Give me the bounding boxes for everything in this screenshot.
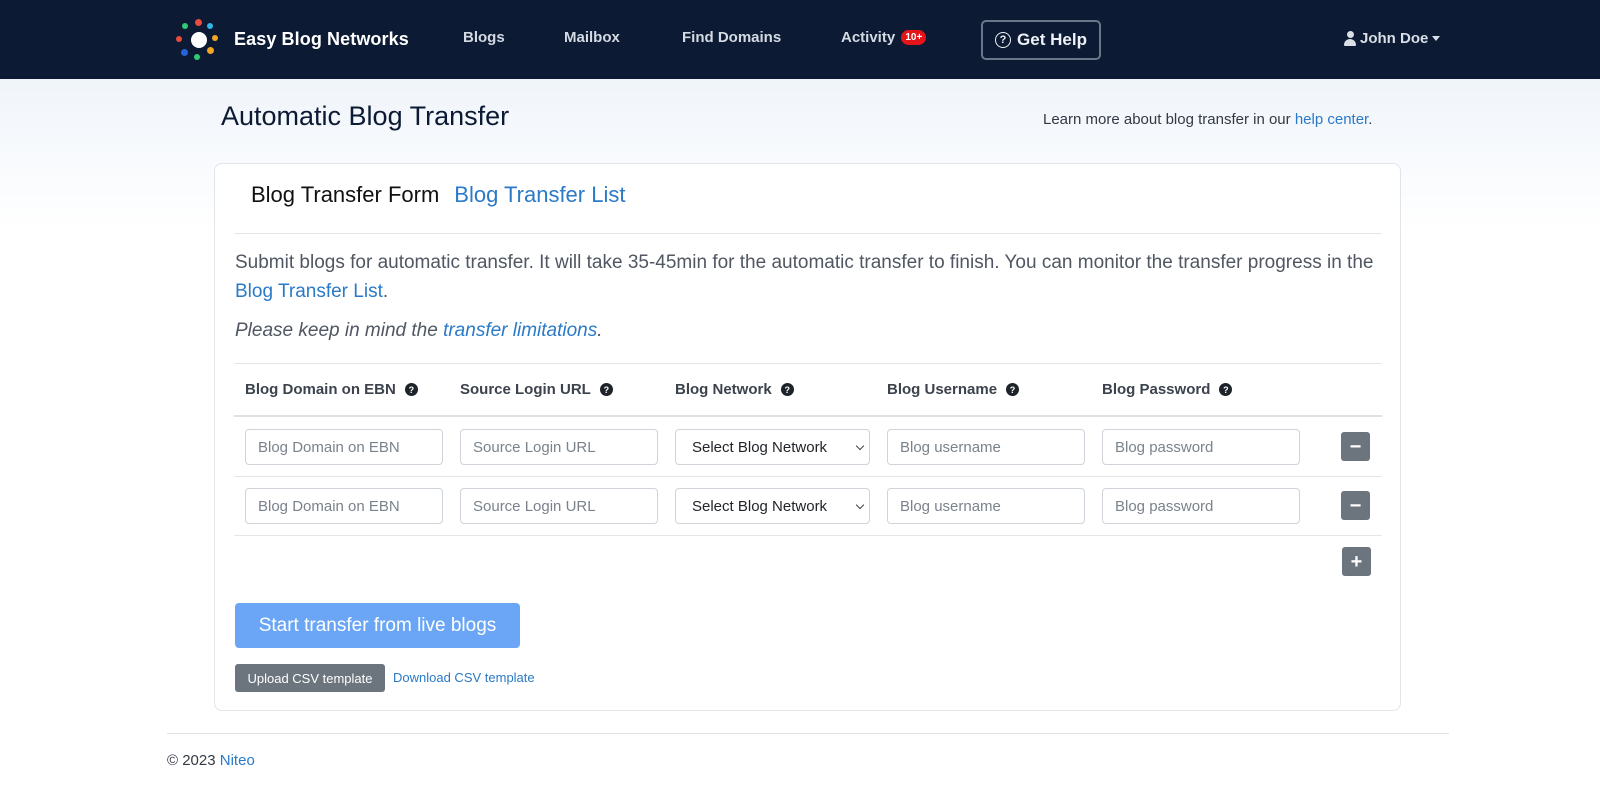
row-divider — [234, 535, 1382, 536]
caret-down-icon — [1432, 36, 1441, 41]
company-link[interactable]: Niteo — [220, 752, 255, 769]
copyright-text: © 2023 — [167, 752, 220, 769]
logo-icon — [176, 17, 220, 61]
blog-username-input[interactable] — [887, 488, 1085, 524]
nav-activity[interactable]: Activity 10+ — [841, 29, 927, 47]
column-header-domain-label: Blog Domain on EBN — [245, 381, 396, 398]
blog-password-input[interactable] — [1102, 429, 1300, 465]
source-login-url-input[interactable] — [460, 429, 658, 465]
tab-blog-transfer-list[interactable]: Blog Transfer List — [454, 182, 625, 208]
remove-row-button[interactable]: − — [1341, 491, 1370, 520]
top-navbar: Easy Blog Networks Blogs Mailbox Find Do… — [0, 0, 1600, 79]
transfer-description: Submit blogs for automatic transfer. It … — [235, 248, 1385, 306]
help-center-note: Learn more about blog transfer in our he… — [1043, 111, 1372, 128]
blog-network-select-value: Select Blog Network — [692, 438, 828, 456]
column-header-domain: Blog Domain on EBN? — [245, 381, 418, 398]
help-icon[interactable]: ? — [1006, 383, 1020, 396]
brand[interactable]: Easy Blog Networks — [176, 17, 409, 61]
row-divider — [234, 476, 1382, 477]
blog-domain-input[interactable] — [245, 429, 443, 465]
help-center-link[interactable]: help center — [1295, 111, 1368, 128]
get-help-label: Get Help — [1017, 30, 1087, 49]
blog-password-input[interactable] — [1102, 488, 1300, 524]
brand-name: Easy Blog Networks — [234, 28, 409, 49]
activity-count-badge: 10+ — [901, 30, 927, 45]
divider — [234, 233, 1382, 234]
description-transfer-list-link[interactable]: Blog Transfer List — [235, 281, 383, 302]
column-header-password-label: Blog Password — [1102, 381, 1211, 398]
column-header-username-label: Blog Username — [887, 381, 998, 398]
nav-find-domains[interactable]: Find Domains — [682, 29, 781, 46]
column-header-network: Blog Network? — [675, 381, 794, 398]
note-suffix: . — [597, 320, 603, 341]
transfer-card: Blog Transfer Form Blog Transfer List Su… — [214, 163, 1401, 711]
transfer-limitations-link[interactable]: transfer limitations — [443, 320, 597, 341]
card-tabs: Blog Transfer Form Blog Transfer List — [251, 182, 625, 208]
user-name: John Doe — [1360, 30, 1429, 47]
help-icon[interactable]: ? — [599, 383, 613, 396]
help-icon[interactable]: ? — [780, 383, 794, 396]
source-login-url-input[interactable] — [460, 488, 658, 524]
blog-network-select-value: Select Blog Network — [692, 497, 828, 515]
chevron-down-icon — [855, 500, 865, 510]
question-circle-icon: ? — [995, 32, 1012, 48]
user-menu[interactable]: John Doe — [1344, 30, 1441, 47]
chevron-down-icon — [855, 441, 865, 451]
get-help-button[interactable]: ? Get Help — [981, 20, 1101, 60]
blog-username-input[interactable] — [887, 429, 1085, 465]
help-center-suffix: . — [1368, 111, 1373, 128]
column-header-username: Blog Username? — [887, 381, 1020, 398]
tab-blog-transfer-form[interactable]: Blog Transfer Form — [251, 182, 439, 208]
table-top-border — [234, 363, 1382, 364]
help-icon[interactable]: ? — [404, 383, 418, 396]
limitations-note: Please keep in mind the transfer limitat… — [235, 320, 603, 342]
user-icon — [1344, 31, 1356, 46]
help-center-prefix: Learn more about blog transfer in our — [1043, 111, 1295, 128]
start-transfer-button[interactable]: Start transfer from live blogs — [235, 603, 520, 648]
column-header-login-url: Source Login URL? — [460, 381, 613, 398]
column-header-network-label: Blog Network — [675, 381, 772, 398]
nav-blogs[interactable]: Blogs — [463, 29, 505, 46]
description-suffix: . — [382, 281, 389, 302]
nav-mailbox[interactable]: Mailbox — [564, 29, 620, 46]
page-title: Automatic Blog Transfer — [221, 101, 510, 131]
add-row-button[interactable]: + — [1342, 547, 1371, 576]
footer-divider — [167, 733, 1449, 734]
help-icon[interactable]: ? — [1219, 383, 1233, 396]
remove-row-button[interactable]: − — [1341, 432, 1370, 461]
download-csv-link[interactable]: Download CSV template — [393, 670, 535, 685]
nav-activity-label: Activity — [841, 29, 896, 46]
blog-domain-input[interactable] — [245, 488, 443, 524]
note-text: Please keep in mind the — [235, 320, 444, 341]
blog-network-select[interactable]: Select Blog Network — [675, 429, 870, 465]
upload-csv-button[interactable]: Upload CSV template — [235, 664, 385, 692]
footer: © 2023 Niteo — [167, 752, 255, 769]
description-text: Submit blogs for automatic transfer. It … — [235, 252, 1374, 273]
column-header-password: Blog Password? — [1102, 381, 1233, 398]
table-header-border — [234, 415, 1382, 417]
blog-network-select[interactable]: Select Blog Network — [675, 488, 870, 524]
column-header-login-url-label: Source Login URL — [460, 381, 591, 398]
